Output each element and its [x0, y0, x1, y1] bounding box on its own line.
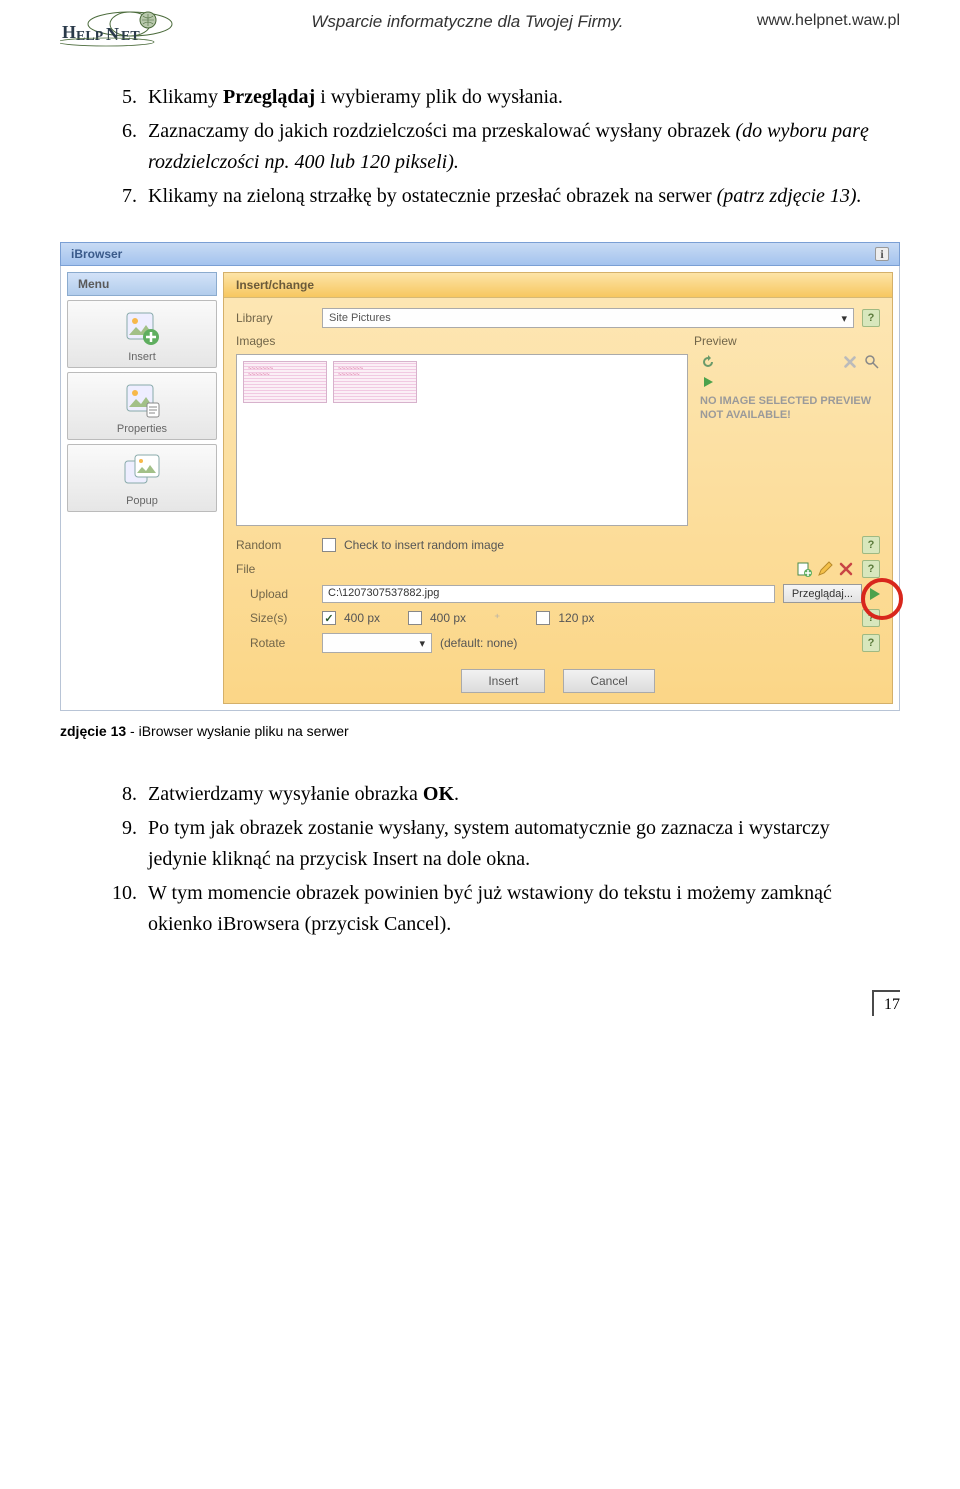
screenshot-ibrowser: iBrowser i Menu Insert Properties Popup	[60, 242, 900, 711]
file-edit-icon[interactable]	[817, 561, 833, 577]
instruction-item: Klikamy Przeglądaj i wybieramy plik do w…	[142, 82, 870, 113]
window-titlebar: iBrowser i	[60, 242, 900, 266]
figure-caption: zdjęcie 13 - iBrowser wysłanie pliku na …	[60, 723, 900, 739]
menu-popup-button[interactable]: Popup	[67, 444, 217, 512]
random-text: Check to insert random image	[344, 538, 854, 552]
refresh-icon[interactable]	[700, 354, 716, 370]
help-icon[interactable]: ?	[862, 309, 880, 327]
instruction-item: Zatwierdzamy wysyłanie obrazka OK.	[142, 779, 870, 810]
insert-button[interactable]: Insert	[461, 669, 545, 693]
image-thumbnail[interactable]: ~~~~~~~~~~~~~	[243, 361, 327, 403]
panel-header: Insert/change	[224, 273, 892, 298]
help-icon[interactable]: ?	[862, 536, 880, 554]
svg-text:N: N	[106, 24, 119, 44]
images-label: Images	[236, 334, 314, 348]
svg-text:ELP: ELP	[76, 29, 104, 44]
file-delete-icon[interactable]	[838, 561, 854, 577]
upload-go-icon[interactable]	[870, 588, 880, 600]
preview-label: Preview	[694, 334, 880, 348]
info-icon[interactable]: i	[875, 247, 889, 261]
logo: H ELP N ET	[60, 10, 178, 52]
random-label: Random	[236, 538, 314, 552]
file-add-icon[interactable]	[796, 561, 812, 577]
window-title: iBrowser	[71, 247, 122, 261]
header-url: www.helpnet.waw.pl	[757, 10, 900, 30]
instruction-item: Klikamy na zieloną strzałkę by ostateczn…	[142, 181, 870, 212]
svg-text:ET: ET	[121, 29, 140, 44]
upload-label: Upload	[236, 587, 314, 601]
instruction-item: Po tym jak obrazek zostanie wysłany, sys…	[142, 813, 870, 875]
menu-properties-button[interactable]: Properties	[67, 372, 217, 440]
page-number: 17	[872, 990, 900, 1016]
delete-icon[interactable]	[842, 354, 858, 370]
file-label: File	[236, 562, 314, 576]
images-listbox[interactable]: ~~~~~~~~~~~~~ ~~~~~~~~~~~~~	[236, 354, 688, 526]
instruction-item: W tym momencie obrazek powinien być już …	[142, 878, 870, 940]
rotate-label: Rotate	[236, 636, 314, 650]
page-header: H ELP N ET Wsparcie informatyczne dla Tw…	[60, 10, 900, 52]
menu-insert-button[interactable]: Insert	[67, 300, 217, 368]
upload-path-input[interactable]: C:\1207307537882.jpg	[322, 585, 775, 603]
library-label: Library	[236, 311, 314, 325]
upload-go-highlight	[870, 588, 880, 600]
menu-header: Menu	[67, 272, 217, 296]
size-checkbox-120[interactable]	[536, 611, 550, 625]
instructions-list-b: Zatwierdzamy wysyłanie obrazka OK. Po ty…	[120, 779, 870, 940]
header-tagline: Wsparcie informatyczne dla Twojej Firmy.	[178, 10, 757, 32]
zoom-icon[interactable]	[864, 354, 880, 370]
help-icon[interactable]: ?	[862, 634, 880, 652]
help-icon[interactable]: ?	[862, 560, 880, 578]
library-select[interactable]: Site Pictures▾	[322, 308, 854, 328]
size-checkbox-400a[interactable]	[322, 611, 336, 625]
instructions-list-a: Klikamy Przeglądaj i wybieramy plik do w…	[120, 82, 870, 212]
no-image-text: NO IMAGE SELECTED PREVIEW NOT AVAILABLE!	[694, 394, 880, 423]
rotate-default-text: (default: none)	[440, 636, 517, 650]
play-icon[interactable]	[700, 374, 716, 390]
instruction-item: Zaznaczamy do jakich rozdzielczości ma p…	[142, 116, 870, 178]
image-thumbnail[interactable]: ~~~~~~~~~~~~~	[333, 361, 417, 403]
browse-button[interactable]: Przeglądaj...	[783, 584, 862, 603]
sizes-label: Size(s)	[236, 611, 314, 625]
random-checkbox[interactable]	[322, 538, 336, 552]
size-checkbox-400b[interactable]	[408, 611, 422, 625]
rotate-select[interactable]: ▾	[322, 633, 432, 653]
cancel-button[interactable]: Cancel	[563, 669, 654, 693]
